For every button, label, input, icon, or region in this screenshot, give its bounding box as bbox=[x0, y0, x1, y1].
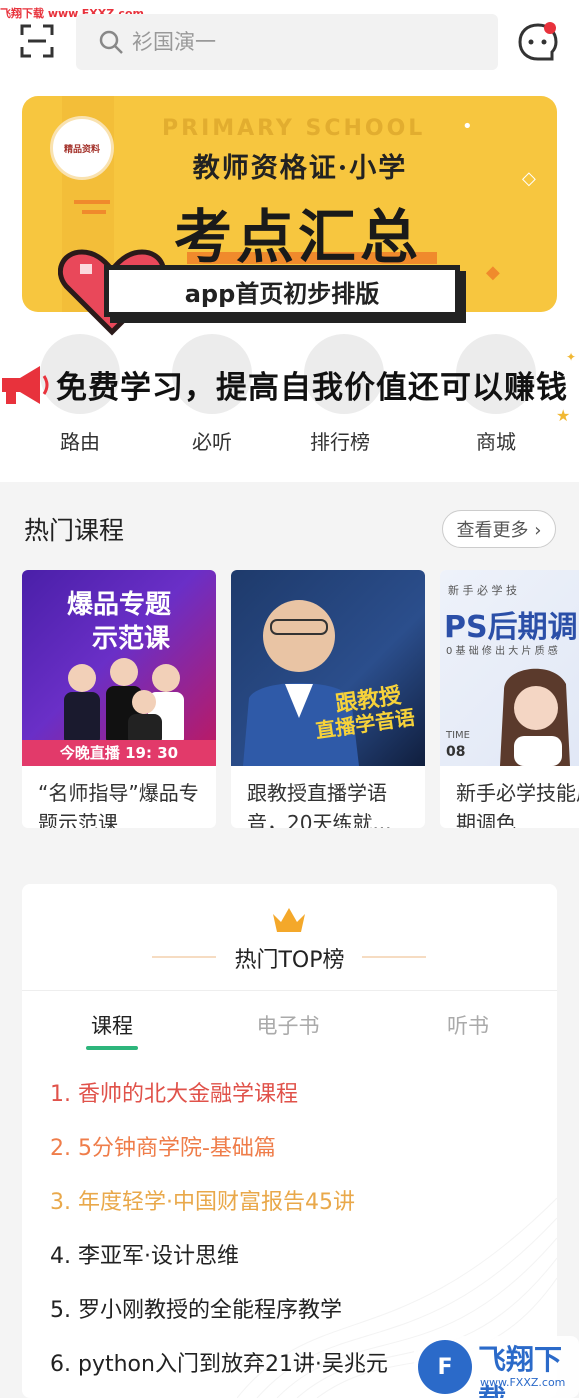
banner-pill: app首页初步排版 bbox=[104, 265, 460, 317]
course-title: 跟教授直播学语音，20天练就... bbox=[247, 781, 392, 828]
model-image bbox=[500, 668, 570, 766]
list-item[interactable]: 5. 罗小刚教授的全能程序教学 bbox=[50, 1292, 550, 1324]
course-card[interactable]: 新 手 必 学 技 PS后期调 0 基 础 修 出 大 片 质 感 TIME 0… bbox=[440, 570, 579, 828]
sparkle-icon: ◇ bbox=[522, 168, 536, 189]
logo-mark: F bbox=[418, 1340, 472, 1394]
thumb-time-label: TIME bbox=[446, 730, 471, 741]
thumb-headline: PS后期调 bbox=[444, 610, 578, 645]
course-title: 新手必学技能后期调色 bbox=[456, 781, 579, 828]
banner-badge: 精品资料 bbox=[50, 116, 114, 180]
active-tab-indicator bbox=[86, 1046, 138, 1050]
search-bar[interactable] bbox=[76, 14, 498, 70]
nav-item-ranking[interactable]: 排行榜 bbox=[280, 426, 400, 455]
teachers-image bbox=[64, 658, 184, 746]
unread-dot bbox=[544, 22, 556, 34]
course-card[interactable]: 跟教授 直播学音语 跟教授直播学语音，20天练就... bbox=[231, 570, 425, 828]
banner-deco-line bbox=[74, 200, 110, 204]
nav-item-router[interactable]: 路由 bbox=[20, 426, 140, 455]
tab-courses[interactable]: 课程 bbox=[52, 1010, 172, 1040]
nav-item-must-listen[interactable]: 必听 bbox=[152, 426, 272, 455]
nav-item-mall[interactable]: 商城 bbox=[436, 426, 556, 455]
search-input[interactable] bbox=[132, 30, 452, 54]
list-item[interactable]: 2. 5分钟商学院-基础篇 bbox=[50, 1130, 550, 1162]
banner-subtitle: 教师资格证·小学 bbox=[192, 153, 408, 184]
promo-slogan: 免费学习，提高自我价值还可以赚钱 bbox=[56, 370, 568, 406]
search-icon bbox=[99, 30, 123, 54]
course-title: “名师指导”爆品专题示范课 bbox=[38, 781, 199, 828]
course-thumbnail: 跟教授 直播学音语 bbox=[231, 570, 425, 766]
course-card[interactable]: 爆品专题 示范课 今晚直播 19: 30 “名师指导”爆品专题示范课 bbox=[22, 570, 216, 828]
site-logo-watermark: F 飞翔下载 www.FXXZ.com bbox=[414, 1336, 579, 1398]
logo-url: www.FXXZ.com bbox=[480, 1376, 566, 1389]
banner-english-text: PRIMARY SCHOOL bbox=[162, 116, 426, 141]
thumb-subtitle: 0 基 础 修 出 大 片 质 感 bbox=[446, 646, 558, 657]
logo-text: 飞翔下载 bbox=[478, 1343, 563, 1398]
thumb-tag: 新 手 必 学 技 bbox=[448, 584, 517, 597]
sparkle-icon: ◆ bbox=[486, 262, 500, 283]
course-thumbnail: 新 手 必 学 技 PS后期调 0 基 础 修 出 大 片 质 感 TIME 0… bbox=[440, 570, 579, 766]
header-area: 飞翔下载 www.FXXZ.com 精品资料 PRIMARY SCHOOL 教师… bbox=[0, 0, 579, 482]
list-item[interactable]: 3. 年度轻学·中国财富报告45讲 bbox=[50, 1184, 550, 1216]
list-item[interactable]: 4. 李亚军·设计思维 bbox=[50, 1238, 550, 1270]
crown-icon bbox=[273, 908, 305, 932]
thumb-date: 08 bbox=[446, 744, 466, 760]
view-more-button[interactable]: 查看更多 › bbox=[442, 510, 556, 548]
quick-nav: 路由 必听 排行榜 商城 bbox=[0, 426, 579, 460]
course-thumbnail: 爆品专题 示范课 今晚直播 19: 30 bbox=[22, 570, 216, 766]
list-item[interactable]: 1. 香帅的北大金融学课程 bbox=[50, 1076, 550, 1108]
thumb-headline: 爆品专题 bbox=[66, 590, 171, 620]
hot-courses-title: 热门课程 bbox=[24, 516, 125, 545]
megaphone-icon bbox=[2, 366, 49, 404]
sparkle-icon: • bbox=[462, 116, 473, 137]
thumb-footer: 今晚直播 19: 30 bbox=[22, 740, 216, 766]
top-list-card: 热门TOP榜 课程 电子书 听书 1. 香帅的北大金融学课程 2. 5分钟商学院… bbox=[22, 884, 557, 1398]
divider bbox=[22, 990, 557, 991]
banner-main-title: 考点汇总 bbox=[173, 203, 422, 271]
scan-icon[interactable] bbox=[20, 24, 54, 58]
sparkle-icon: ✦ bbox=[566, 350, 577, 364]
top-list-title: 热门TOP榜 bbox=[234, 948, 345, 973]
banner-deco-line bbox=[82, 210, 106, 214]
tab-audiobooks[interactable]: 听书 bbox=[408, 1010, 528, 1040]
tab-ebooks[interactable]: 电子书 bbox=[228, 1010, 348, 1040]
sparkle-icon: ★ bbox=[556, 406, 571, 425]
